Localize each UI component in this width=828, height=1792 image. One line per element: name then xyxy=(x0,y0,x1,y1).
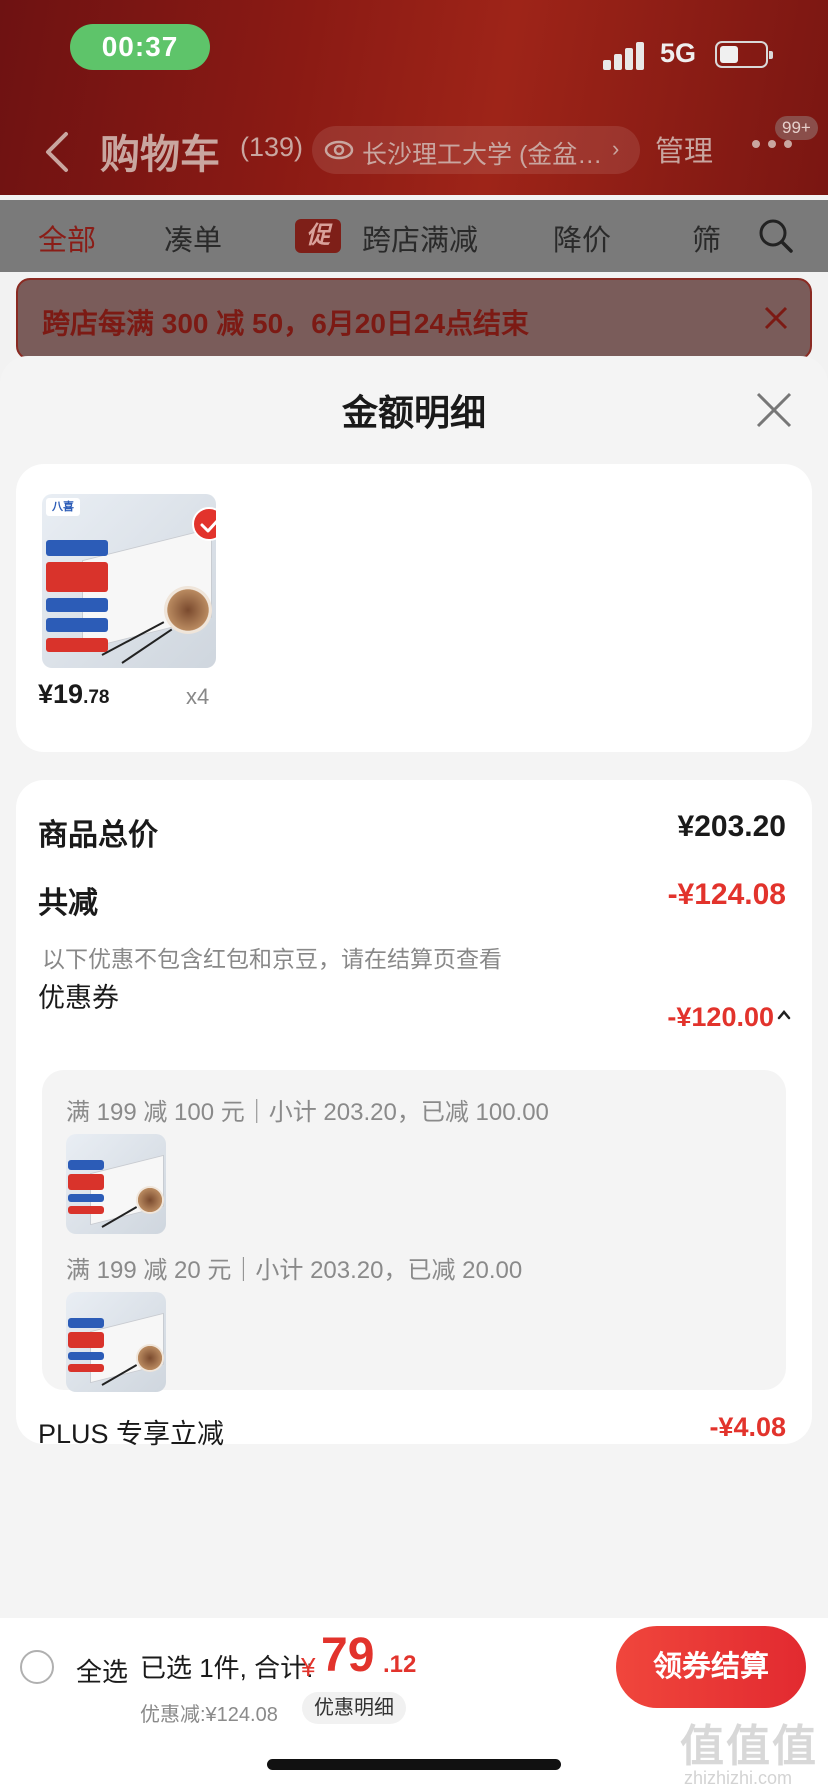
product-image[interactable]: 八喜 xyxy=(42,494,216,668)
location-selector[interactable]: 长沙理工大学 (金盆… › xyxy=(312,126,640,174)
reduce-note: 以下优惠不包含红包和京豆，请在结算页查看 xyxy=(42,946,502,972)
watermark-logo: 值值值 xyxy=(680,1722,818,1771)
discount-summary: 优惠减:¥124.08 xyxy=(140,1704,278,1726)
reduce-label: 共减 xyxy=(38,887,98,920)
amount-detail-sheet: 金额明细 八喜 ¥19.78 x4 商品总价 ¥203.20 共减 -¥124.… xyxy=(0,356,828,1792)
tab-price-drop[interactable]: 降价 xyxy=(553,217,611,259)
total-integer: 79 xyxy=(321,1629,375,1682)
coupon-label: 优惠券 xyxy=(38,983,119,1013)
coupon-item-1: 满 199 减 100 元｜小计 203.20，已减 100.00 xyxy=(66,1099,549,1126)
total-price-label: 商品总价 xyxy=(38,819,158,852)
signal-icon xyxy=(603,40,647,70)
price-detail-card: 商品总价 ¥203.20 共减 -¥124.08 以下优惠不包含红包和京豆，请在… xyxy=(16,780,812,1449)
quantity: x4 xyxy=(186,684,210,709)
product-card: 八喜 ¥19.78 x4 xyxy=(16,464,812,752)
network-label: 5G xyxy=(660,38,697,68)
home-indicator[interactable] xyxy=(267,1759,561,1770)
checkout-button[interactable]: 领券结算 xyxy=(616,1626,806,1708)
sheet-title: 金额明细 xyxy=(341,392,486,433)
tab-all[interactable]: 全部 xyxy=(38,217,96,259)
chevron-up-icon[interactable] xyxy=(776,1008,792,1022)
coupon-list: 满 199 减 100 元｜小计 203.20，已减 100.00 满 199 … xyxy=(42,1070,786,1392)
coupon-item-2: 满 199 减 20 元｜小计 203.20，已减 20.00 xyxy=(66,1257,523,1284)
search-icon[interactable] xyxy=(758,218,794,254)
close-icon[interactable] xyxy=(760,302,792,334)
coupon-product-image xyxy=(66,1292,166,1392)
unit-price: ¥19.78 xyxy=(38,679,109,710)
watermark: 值值值 zhizhizhi.com xyxy=(680,1710,828,1792)
discount-detail-button[interactable]: 优惠明细 xyxy=(302,1692,406,1724)
page-title: 购物车 xyxy=(100,133,220,177)
filter-tabs: 全部 凑单 促 跨店满减 降价 筛 xyxy=(0,200,828,272)
tab-filter[interactable]: 筛 xyxy=(692,217,721,259)
manage-button[interactable]: 管理 xyxy=(655,128,713,170)
selected-summary: 已选 1件, 合计: xyxy=(140,1653,314,1683)
brand-logo: 八喜 xyxy=(46,498,80,516)
coupon-product-image xyxy=(66,1134,166,1234)
reduce-value: -¥124.08 xyxy=(667,878,786,911)
select-all-checkbox[interactable] xyxy=(20,1650,54,1684)
location-text: 长沙理工大学 (金盆… xyxy=(362,141,603,169)
status-time: 00:37 xyxy=(70,24,210,70)
plus-discount-value: -¥4.08 xyxy=(709,1412,786,1442)
plus-discount-label: PLUS 专享立减 xyxy=(38,1419,225,1449)
total-decimal: .12 xyxy=(383,1651,417,1678)
watermark-url: zhizhizhi.com xyxy=(684,1768,793,1788)
price-integer: ¥19 xyxy=(38,679,84,709)
select-all-label[interactable]: 全选 xyxy=(76,1652,128,1689)
total-currency: ¥ xyxy=(301,1652,316,1682)
promo-banner: 跨店每满 300 减 50，6月20日24点结束 xyxy=(16,278,812,360)
chevron-right-icon: › xyxy=(612,136,620,161)
battery-icon xyxy=(715,41,773,68)
tab-bundle[interactable]: 凑单 xyxy=(164,217,222,259)
back-arrow-icon[interactable] xyxy=(38,130,78,174)
promo-tag: 促 xyxy=(295,219,341,253)
status-bar: 00:37 5G xyxy=(0,0,828,100)
promo-banner-text: 跨店每满 300 减 50，6月20日24点结束 xyxy=(42,308,530,339)
message-badge: 99+ xyxy=(775,116,818,140)
nav-bar: 购物车 (139) 长沙理工大学 (金盆… › 管理 99+ xyxy=(0,110,828,190)
price-decimal: .78 xyxy=(83,687,110,708)
cart-count: (139) xyxy=(240,132,304,162)
total-price-value: ¥203.20 xyxy=(677,810,786,843)
coupon-value[interactable]: -¥120.00 xyxy=(667,1002,774,1033)
eye-icon xyxy=(324,140,354,160)
tab-cross-store[interactable]: 跨店满减 xyxy=(362,217,478,259)
close-icon[interactable] xyxy=(754,390,794,430)
more-icon[interactable] xyxy=(752,140,796,152)
